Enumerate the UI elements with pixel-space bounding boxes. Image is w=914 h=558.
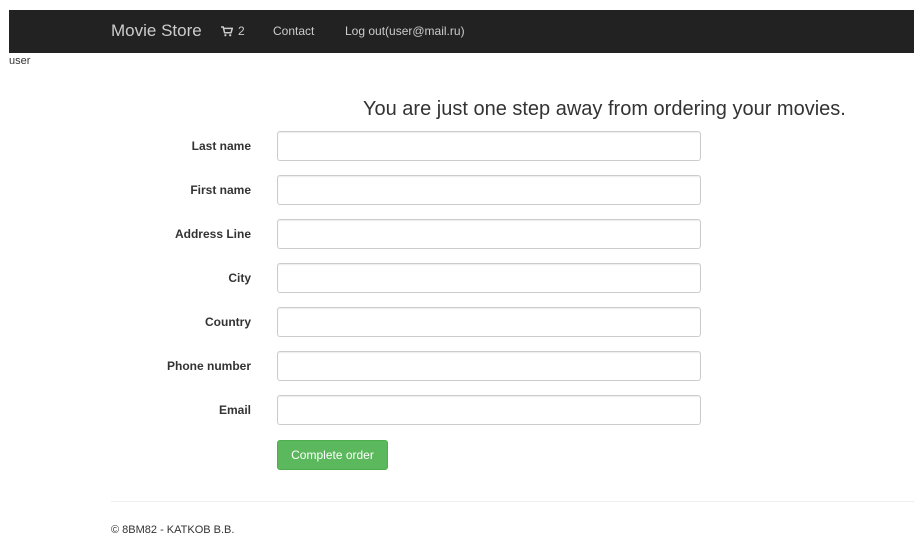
- brand-link[interactable]: Movie Store: [111, 21, 202, 41]
- user-label: user: [9, 55, 31, 67]
- phone-number-input[interactable]: [277, 351, 701, 381]
- city-label: City: [228, 271, 251, 285]
- complete-order-button[interactable]: Complete order: [277, 440, 388, 470]
- first-name-input[interactable]: [277, 175, 701, 205]
- country-row: Country: [100, 307, 701, 337]
- footer-divider: [111, 501, 914, 502]
- first-name-label: First name: [190, 183, 251, 197]
- email-label: Email: [218, 403, 251, 417]
- footer-copyright: © 8BM82 - KATKOB B.B.: [111, 524, 235, 536]
- country-input[interactable]: [277, 307, 701, 337]
- email-row: Email: [100, 395, 701, 425]
- cart-count: 2: [238, 24, 245, 38]
- contact-link[interactable]: Contact: [273, 24, 314, 38]
- phone-number-row: Phone number: [100, 351, 701, 381]
- logout-link[interactable]: Log out(user@mail.ru): [345, 24, 465, 38]
- page-heading: You are just one step away from ordering…: [363, 98, 846, 120]
- address-line-label: Address Line: [174, 227, 251, 241]
- city-row: City: [100, 263, 701, 293]
- email-input[interactable]: [277, 395, 701, 425]
- last-name-row: Last name: [100, 131, 701, 161]
- shopping-cart-icon: [221, 25, 233, 37]
- address-line-input[interactable]: [277, 219, 701, 249]
- address-line-row: Address Line: [100, 219, 701, 249]
- cart-link[interactable]: 2: [221, 24, 245, 38]
- city-input[interactable]: [277, 263, 701, 293]
- navbar: Movie Store 2 Contact Log out(user@mail.…: [9, 10, 914, 53]
- last-name-label: Last name: [191, 139, 251, 153]
- last-name-input[interactable]: [277, 131, 701, 161]
- first-name-row: First name: [100, 175, 701, 205]
- phone-number-label: Phone number: [166, 359, 251, 373]
- country-label: Country: [205, 315, 251, 329]
